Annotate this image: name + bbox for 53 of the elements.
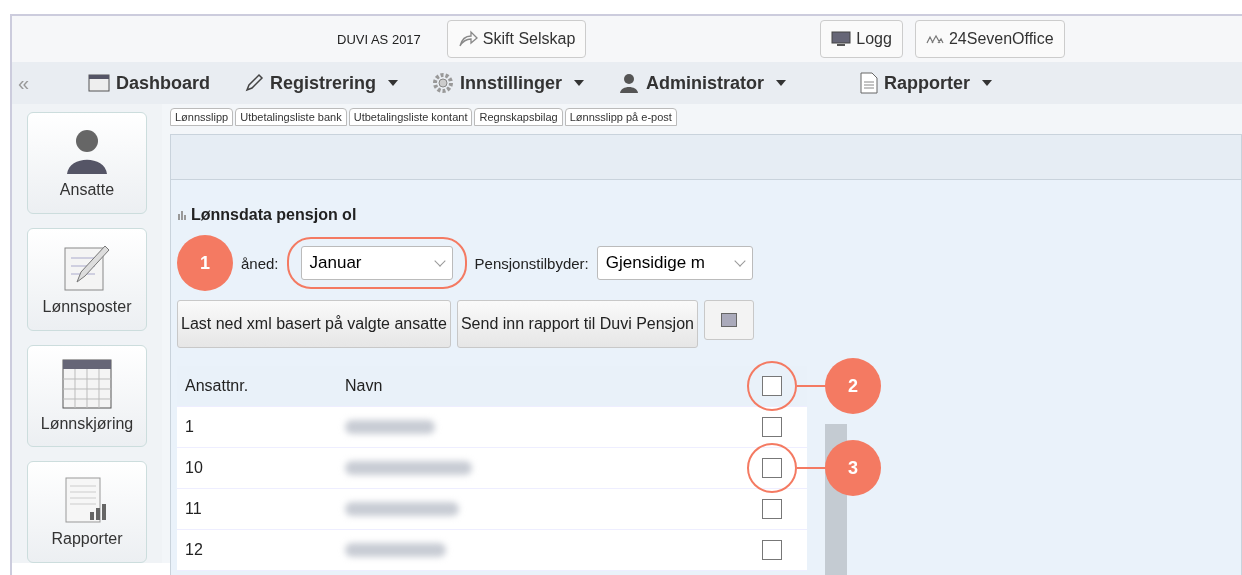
nav-menu-item[interactable]: Rapporter (860, 72, 993, 94)
arrow-icon (457, 30, 478, 48)
company-name: DUVI AS 2017 (337, 31, 421, 47)
document-icon (860, 72, 879, 94)
nav-menu-item[interactable]: Innstillinger (432, 72, 585, 94)
sidebar-button[interactable]: Rapporter (27, 460, 147, 563)
leader-line (797, 467, 827, 469)
select-all-checkbox[interactable] (762, 376, 782, 396)
tab[interactable]: Regnskapsbilag (474, 108, 563, 126)
row-checkbox[interactable] (762, 458, 782, 478)
nav-menu-item[interactable]: Registrering (244, 72, 399, 94)
leader-line (797, 385, 827, 387)
person-icon (64, 127, 110, 176)
callout-badge: 2 (825, 358, 881, 414)
calendar-icon (62, 358, 112, 409)
calendar-icon (88, 74, 110, 92)
table-cell-text: 1 (184, 418, 195, 436)
tab[interactable]: Utbetalingsliste kontant (348, 108, 473, 126)
month-select[interactable]: Januar (300, 246, 453, 280)
logo-icon (925, 34, 944, 44)
nav-menu-item[interactable]: Dashboard (88, 72, 211, 94)
sidebar-button[interactable]: Lønnsposter (27, 228, 147, 331)
column-header: Navn (345, 377, 384, 395)
table-cell-text: 10 (184, 459, 204, 477)
pencil-icon (244, 73, 265, 93)
tab[interactable]: Utbetalingsliste bank (235, 108, 347, 126)
nav-menu-item[interactable]: Administrator (618, 72, 787, 94)
monitor-icon (831, 31, 852, 47)
brand-button[interactable]: 24SevenOffice (914, 20, 1065, 58)
action-button[interactable]: Send inn rapport til Duvi Pensjon (456, 300, 698, 348)
sidebar-button[interactable]: Ansatte (27, 112, 147, 215)
chart-icon (177, 210, 187, 220)
callout-badge: 3 (825, 440, 881, 496)
provider-label: Pensjonstilbyder: (474, 254, 589, 272)
table-cell-text: 11 (184, 500, 203, 518)
callout-badge: 1 (177, 235, 233, 291)
action-button[interactable]: Last ned xml basert på valgte ansatte (177, 300, 451, 348)
month-label: åned: (241, 254, 279, 272)
section-title: Lønnsdata pensjon ol (191, 206, 357, 224)
person-icon (618, 72, 641, 94)
tab[interactable]: Lønnsslipp på e-post (564, 108, 677, 126)
settings-icon (432, 72, 455, 94)
table-cell-text: 12 (184, 541, 204, 559)
log-button[interactable]: Logg (820, 20, 903, 58)
icon-button[interactable] (703, 300, 754, 340)
column-header: Ansattnr. (184, 377, 250, 395)
row-checkbox[interactable] (762, 417, 782, 437)
row-checkbox[interactable] (762, 499, 782, 519)
row-checkbox[interactable] (762, 540, 782, 560)
switch-company-button[interactable]: Skift Selskap (446, 20, 587, 58)
provider-select[interactable]: Gjensidige m (596, 246, 753, 280)
sidebar-button[interactable]: Lønnskjøring (27, 344, 147, 447)
tab[interactable]: Lønnsslipp (170, 108, 234, 126)
